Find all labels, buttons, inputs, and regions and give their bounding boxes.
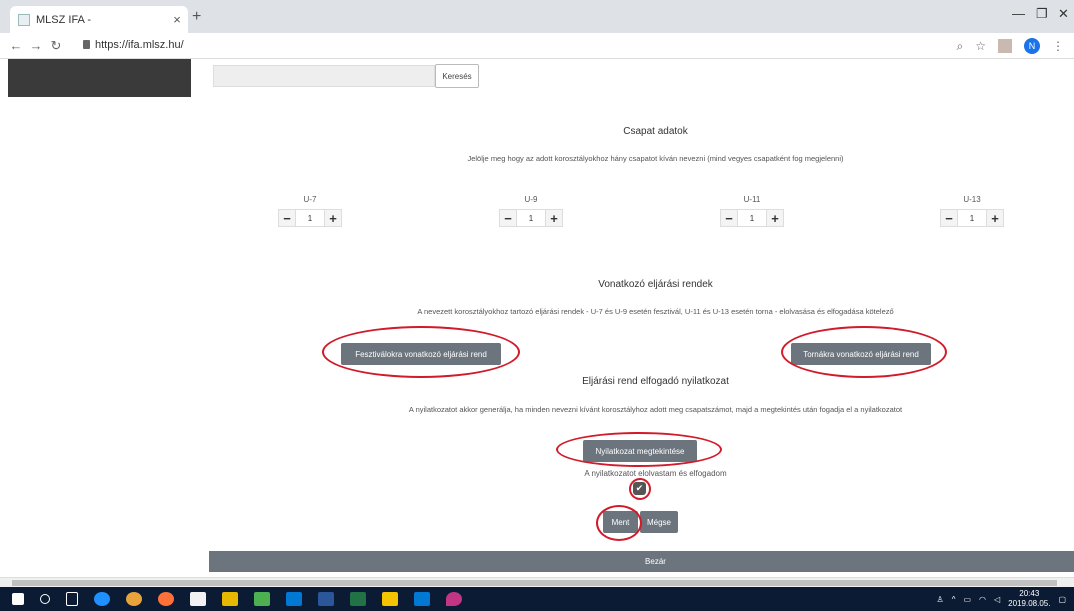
search-input[interactable] [213,65,435,87]
age-group-u13: U-13 − 1 + [932,195,1012,227]
search-button[interactable]: Keresés [435,64,479,88]
cancel-button[interactable]: Mégse [640,511,678,533]
minimize-icon[interactable]: — [1012,6,1025,21]
team-count-stepper: − 1 + [270,209,350,227]
file-explorer-icon[interactable] [222,592,238,606]
back-icon[interactable]: ← [6,38,26,53]
new-tab-button[interactable]: + [192,8,201,26]
age-label: U-11 [743,195,761,204]
outlook-icon[interactable] [286,592,302,606]
team-count-stepper: − 1 + [491,209,571,227]
team-section-subtitle: Jelölje meg hogy az adott korosztályokho… [467,154,844,163]
horizontal-scrollbar[interactable] [0,577,1074,587]
rules-section-subtitle: A nevezett korosztályokhoz tartozó eljár… [417,307,894,316]
volume-icon[interactable]: ◁ [994,595,1000,604]
notifications-icon[interactable]: ▢ [1058,595,1066,604]
sticky-notes-icon[interactable] [382,592,398,606]
tournament-rules-button[interactable]: Tornákra vonatkozó eljárási rend [791,343,931,365]
tab-close-icon[interactable]: × [166,12,188,27]
team-count-stepper: − 1 + [932,209,1012,227]
tab-title: MLSZ IFA - [36,13,92,26]
increment-button[interactable]: + [324,209,342,227]
firefox-icon[interactable] [158,592,174,606]
word-icon[interactable] [318,592,334,606]
increment-button[interactable]: + [986,209,1004,227]
team-section-title: Csapat adatok [623,126,688,137]
browser-tab[interactable]: MLSZ IFA - × [10,6,188,33]
page-content: Keresés Csapat adatok Jelölje meg hogy a… [0,59,1074,577]
people-icon[interactable]: ♙ [937,595,944,604]
accept-label: A nyilatkozatot elolvastam és elfogadom [584,469,727,478]
system-tray: ♙ ^ ▭ ◠ ◁ 20:43 2019.08.05. ▢ [937,589,1066,609]
zoom-icon[interactable]: ⌕ [957,39,964,54]
age-label: U-13 [963,195,981,204]
clock-date: 2019.08.05. [1008,599,1051,608]
rules-section-title: Vonatkozó eljárási rendek [598,279,713,290]
store-icon[interactable] [190,592,206,606]
profile-avatar[interactable]: N [1024,38,1040,54]
start-icon[interactable] [12,593,24,605]
header-logo-block [8,59,191,97]
age-label: U-7 [303,195,317,204]
url-field[interactable]: https://ifa.mlsz.hu/ [95,39,184,51]
search-icon[interactable] [40,594,50,604]
maps-icon[interactable] [446,592,462,606]
clock-time: 20:43 [1019,589,1040,598]
age-label: U-9 [524,195,538,204]
increment-button[interactable]: + [545,209,563,227]
task-view-icon[interactable] [66,592,78,606]
clock[interactable]: 20:43 2019.08.05. [1008,589,1050,609]
outlook-icon[interactable] [414,592,430,606]
forward-icon[interactable]: → [26,38,46,53]
address-bar-row: ← → ↻ https://ifa.mlsz.hu/ ⌕ ☆ N ⋮ [0,33,1074,59]
decrement-button[interactable]: − [720,209,738,227]
accept-checkbox[interactable]: ✔ [633,482,646,495]
app-icon[interactable] [254,592,270,606]
chrome-icon[interactable] [126,592,142,606]
windows-taskbar: ♙ ^ ▭ ◠ ◁ 20:43 2019.08.05. ▢ [0,587,1074,611]
extension-icon[interactable] [998,39,1012,53]
decrement-button[interactable]: − [278,209,296,227]
favicon-icon [18,13,30,26]
maximize-icon[interactable]: ❐ [1036,6,1048,22]
team-count-value[interactable]: 1 [517,209,545,227]
reload-icon[interactable]: ↻ [46,38,66,54]
declaration-section-subtitle: A nyilatkozatot akkor generálja, ha mind… [408,405,903,414]
wifi-icon[interactable]: ◠ [979,595,986,604]
view-declaration-button[interactable]: Nyilatkozat megtekintése [583,440,697,462]
excel-icon[interactable] [350,592,366,606]
age-group-u9: U-9 − 1 + [491,195,571,227]
declaration-section-title: Eljárási rend elfogadó nyilatkozat [582,376,729,387]
team-count-value[interactable]: 1 [296,209,324,227]
battery-icon[interactable]: ▭ [963,595,971,604]
increment-button[interactable]: + [766,209,784,227]
menu-icon[interactable]: ⋮ [1052,39,1064,53]
decrement-button[interactable]: − [940,209,958,227]
age-group-u11: U-11 − 1 + [712,195,792,227]
bookmark-star-icon[interactable]: ☆ [975,39,986,53]
team-count-value[interactable]: 1 [738,209,766,227]
browser-tab-bar: MLSZ IFA - × + — ❐ ✕ [0,0,1074,33]
team-count-stepper: − 1 + [712,209,792,227]
edge-icon[interactable] [94,592,110,606]
window-close-icon[interactable]: ✕ [1058,6,1069,22]
chevron-up-icon[interactable]: ^ [952,595,956,604]
save-button[interactable]: Ment [603,511,638,533]
age-group-u7: U-7 − 1 + [270,195,350,227]
scrollbar-thumb[interactable] [12,580,1057,586]
festival-rules-button[interactable]: Fesztiválokra vonatkozó eljárási rend [341,343,501,365]
lock-icon [83,40,90,49]
close-button[interactable]: Bezár [209,551,1074,572]
team-count-value[interactable]: 1 [958,209,986,227]
decrement-button[interactable]: − [499,209,517,227]
